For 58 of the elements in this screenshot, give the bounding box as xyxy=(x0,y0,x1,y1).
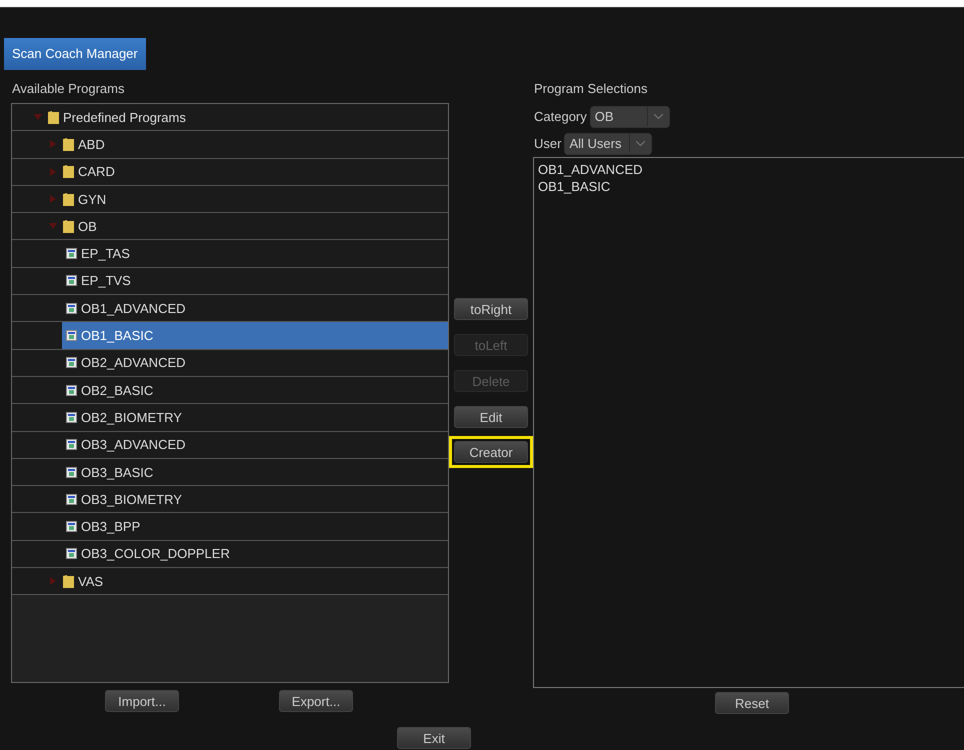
action-button[interactable]: Edit xyxy=(454,406,528,428)
tree-item[interactable]: OB3_COLOR_DOPPLER xyxy=(62,540,448,568)
tree-item[interactable]: ABD xyxy=(47,131,448,158)
user-dropdown[interactable]: All Users xyxy=(564,132,652,154)
folder-icon xyxy=(63,165,74,178)
expand-arrow-icon[interactable] xyxy=(49,168,57,176)
folder-icon xyxy=(63,574,74,588)
tree-item[interactable]: Predefined Programs xyxy=(32,104,448,130)
document-icon xyxy=(66,275,77,286)
expand-arrow-icon[interactable] xyxy=(49,140,57,148)
panel-title: Program Selections xyxy=(533,80,648,98)
tree-item[interactable]: OB3_BASIC xyxy=(62,458,448,486)
tree-item[interactable]: OB1_ADVANCED xyxy=(62,295,448,322)
document-icon xyxy=(66,330,77,342)
document-icon xyxy=(66,412,77,423)
document-icon xyxy=(66,384,77,396)
document-icon xyxy=(66,248,77,260)
tree-item[interactable]: OB1_BASIC xyxy=(62,322,448,349)
tree-item[interactable]: OB2_ADVANCED xyxy=(62,350,448,376)
tree-item[interactable]: OB2_BASIC xyxy=(62,376,448,404)
document-icon xyxy=(66,466,77,478)
action-button[interactable]: Creator xyxy=(454,441,528,463)
tree-item[interactable]: OB3_BPP xyxy=(62,513,448,540)
document-icon xyxy=(66,439,77,450)
document-icon xyxy=(66,302,77,314)
tree-item[interactable]: OB3_BIOMETRY xyxy=(62,486,448,512)
tree-item[interactable]: VAS xyxy=(47,568,448,594)
expand-arrow-icon[interactable] xyxy=(49,222,57,230)
document-icon xyxy=(66,494,77,505)
tree-item[interactable]: EP_TAS xyxy=(62,240,448,267)
document-icon xyxy=(66,521,77,532)
list-item[interactable]: OB1_ADVANCED xyxy=(538,161,643,178)
button[interactable]: Export... xyxy=(279,690,353,712)
button[interactable]: Import... xyxy=(105,690,179,712)
button[interactable]: Reset xyxy=(715,692,789,714)
folder-icon xyxy=(48,110,59,124)
list-item[interactable]: OB1_BASIC xyxy=(538,178,610,195)
document-icon xyxy=(66,357,77,368)
folder-icon xyxy=(63,138,74,151)
folder-icon xyxy=(63,192,74,206)
tree-item[interactable]: OB3_ADVANCED xyxy=(62,432,448,458)
tree-item[interactable]: CARD xyxy=(47,158,448,185)
field-label: Category xyxy=(534,109,587,124)
expand-arrow-icon[interactable] xyxy=(49,577,57,586)
category-dropdown[interactable]: OB xyxy=(590,106,670,128)
panel-title: Available Programs xyxy=(11,80,126,98)
tree-item[interactable]: OB xyxy=(47,213,448,240)
tab[interactable]: Scan Coach Manager xyxy=(4,38,146,70)
document-icon xyxy=(66,548,77,560)
exit-button[interactable]: Exit xyxy=(397,727,471,749)
expand-arrow-icon[interactable] xyxy=(49,195,57,204)
field-label: User xyxy=(534,136,562,151)
folder-icon xyxy=(63,220,74,233)
expand-arrow-icon[interactable] xyxy=(34,113,42,122)
action-button[interactable]: toRight xyxy=(454,298,528,320)
tree-item[interactable]: EP_TVS xyxy=(62,268,448,294)
tree-item[interactable]: GYN xyxy=(47,186,448,212)
tree-item[interactable]: OB2_BIOMETRY xyxy=(62,404,448,431)
